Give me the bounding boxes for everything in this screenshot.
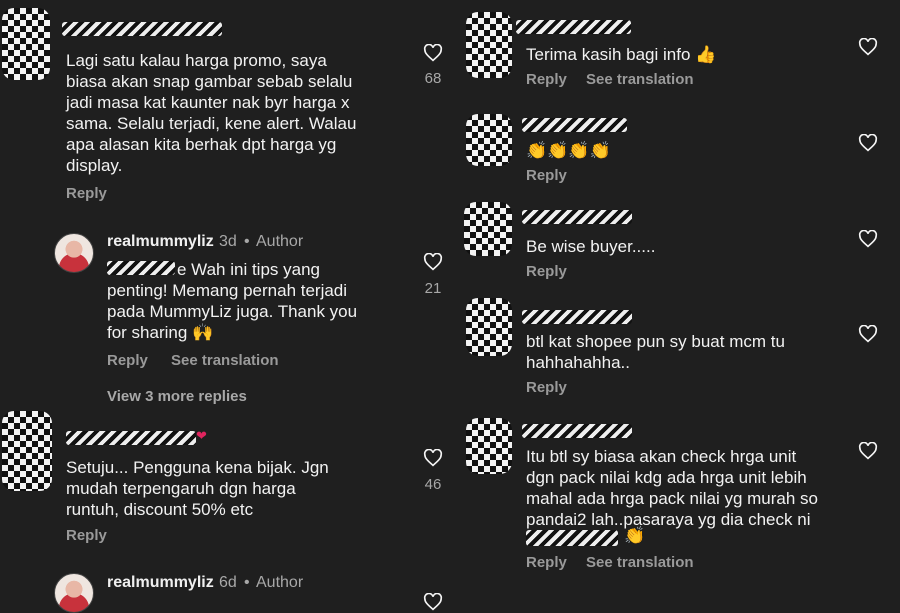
censored-username <box>66 431 196 445</box>
comment-text: Lagi satu kalau harga promo, saya biasa … <box>66 51 357 175</box>
censored-username <box>522 118 627 132</box>
heart-icon[interactable] <box>858 38 878 56</box>
heart-icon[interactable] <box>858 230 878 248</box>
censored-username <box>522 210 632 224</box>
censored-username <box>522 424 632 438</box>
reply-button[interactable]: Reply <box>66 185 107 202</box>
reply-button[interactable]: Reply <box>526 263 567 280</box>
comment-r1: Terima kasih bagi info 👍 Reply See trans… <box>460 0 900 100</box>
author-reply-2: realmummyliz 6d • Author <box>0 565 450 613</box>
like-count: 68 <box>424 70 442 87</box>
comment-r2: 👏👏👏👏 Reply <box>460 110 900 200</box>
heart-icon[interactable] <box>423 449 443 467</box>
like-count: 21 <box>424 280 442 297</box>
reply-button[interactable]: Reply <box>107 352 148 369</box>
censored-mention <box>526 530 618 546</box>
censored-username <box>62 22 222 36</box>
see-translation-button[interactable]: See translation <box>586 554 694 571</box>
see-translation-button[interactable]: See translation <box>586 71 694 88</box>
comment-r5: Itu btl sy biasa akan check hrga unit dg… <box>460 412 900 600</box>
avatar[interactable] <box>2 411 52 491</box>
like-count: 46 <box>424 476 442 493</box>
separator: • <box>244 574 250 591</box>
comment-2: ❤ Setuju... Pengguna kena bijak. Jgn mud… <box>0 405 450 555</box>
clap-emoji: 👏 <box>624 526 646 545</box>
view-more-replies-button[interactable]: View 3 more replies <box>107 388 247 405</box>
reply-button[interactable]: Reply <box>526 71 567 88</box>
comment-r4: btl kat shopee pun sy buat mcm tu hahhah… <box>460 296 900 406</box>
avatar[interactable] <box>466 12 512 78</box>
username[interactable]: realmummyliz <box>107 574 214 592</box>
censored-username <box>522 310 632 324</box>
avatar[interactable] <box>464 202 512 256</box>
left-comments-column: Lagi satu kalau harga promo, saya biasa … <box>0 0 450 613</box>
avatar[interactable] <box>466 418 512 474</box>
avatar[interactable] <box>466 114 512 166</box>
avatar[interactable] <box>466 298 512 356</box>
reply-button[interactable]: Reply <box>526 379 567 396</box>
author-badge: Author <box>256 574 304 591</box>
comment-text: Be wise buyer..... <box>526 237 656 256</box>
heart-icon[interactable] <box>423 44 443 62</box>
heart-icon[interactable] <box>858 442 878 460</box>
avatar[interactable] <box>54 233 94 273</box>
heart-icon[interactable] <box>423 593 443 611</box>
comment-text: 👏👏👏👏 <box>526 141 611 160</box>
heart-icon[interactable] <box>858 134 878 152</box>
author-reply-1: realmummyliz 3d • Author e Wah ini tips … <box>0 225 450 385</box>
reply-button[interactable]: Reply <box>526 554 567 571</box>
heart-emoji: ❤ <box>196 428 207 443</box>
avatar[interactable] <box>54 573 94 613</box>
comment-1: Lagi satu kalau harga promo, saya biasa … <box>0 0 450 210</box>
comment-r3: Be wise buyer..... Reply <box>460 200 900 295</box>
comment-text: Itu btl sy biasa akan check hrga unit dg… <box>526 447 818 529</box>
heart-icon[interactable] <box>423 253 443 271</box>
author-badge: Author <box>256 233 304 250</box>
avatar[interactable] <box>2 8 50 80</box>
comment-text: Setuju... Pengguna kena bijak. Jgn mudah… <box>66 458 329 519</box>
timestamp: 3d <box>219 233 237 250</box>
censored-username <box>516 20 631 34</box>
comment-text: Terima kasih bagi info 👍 <box>526 45 717 64</box>
heart-icon[interactable] <box>858 325 878 343</box>
right-comments-column: Terima kasih bagi info 👍 Reply See trans… <box>460 0 900 600</box>
comment-text: btl kat shopee pun sy buat mcm tu hahhah… <box>526 332 785 372</box>
comment-text: e Wah ini tips yang penting! Memang pern… <box>107 260 358 342</box>
timestamp: 6d <box>219 574 237 591</box>
separator: • <box>244 233 250 250</box>
see-translation-button[interactable]: See translation <box>171 352 279 369</box>
reply-button[interactable]: Reply <box>526 167 567 184</box>
username[interactable]: realmummyliz <box>107 233 214 251</box>
reply-button[interactable]: Reply <box>66 527 107 544</box>
